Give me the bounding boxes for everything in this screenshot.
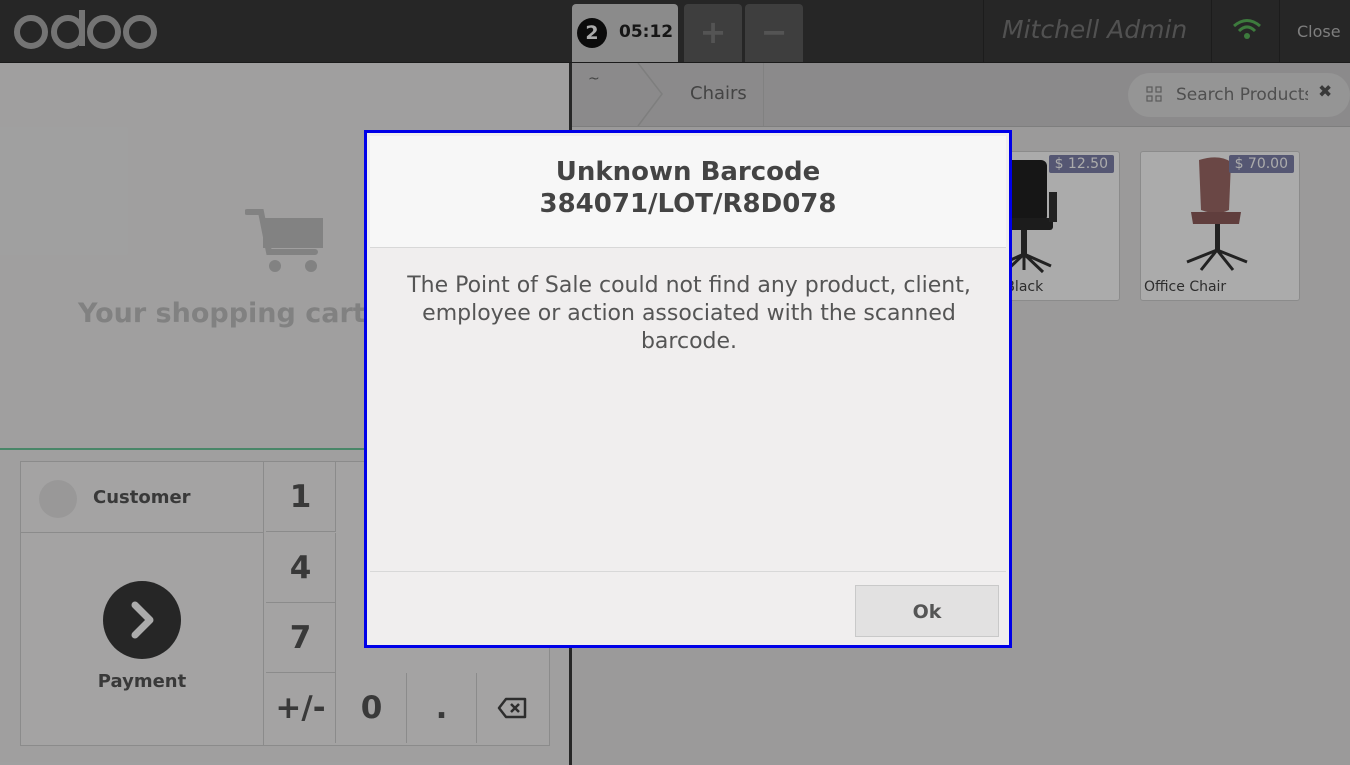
dialog-title: Unknown Barcode 384071/LOT/R8D078 <box>370 136 1006 248</box>
ok-button[interactable]: Ok <box>855 585 999 637</box>
dialog-barcode: 384071/LOT/R8D078 <box>539 189 837 219</box>
dialog-footer-divider <box>370 571 1006 572</box>
dialog-title-line1: Unknown Barcode <box>555 157 821 187</box>
dialog-content: Unknown Barcode 384071/LOT/R8D078 The Po… <box>370 136 1006 642</box>
unknown-barcode-dialog: Unknown Barcode 384071/LOT/R8D078 The Po… <box>364 130 1012 648</box>
dialog-message: The Point of Sale could not find any pro… <box>407 273 971 354</box>
